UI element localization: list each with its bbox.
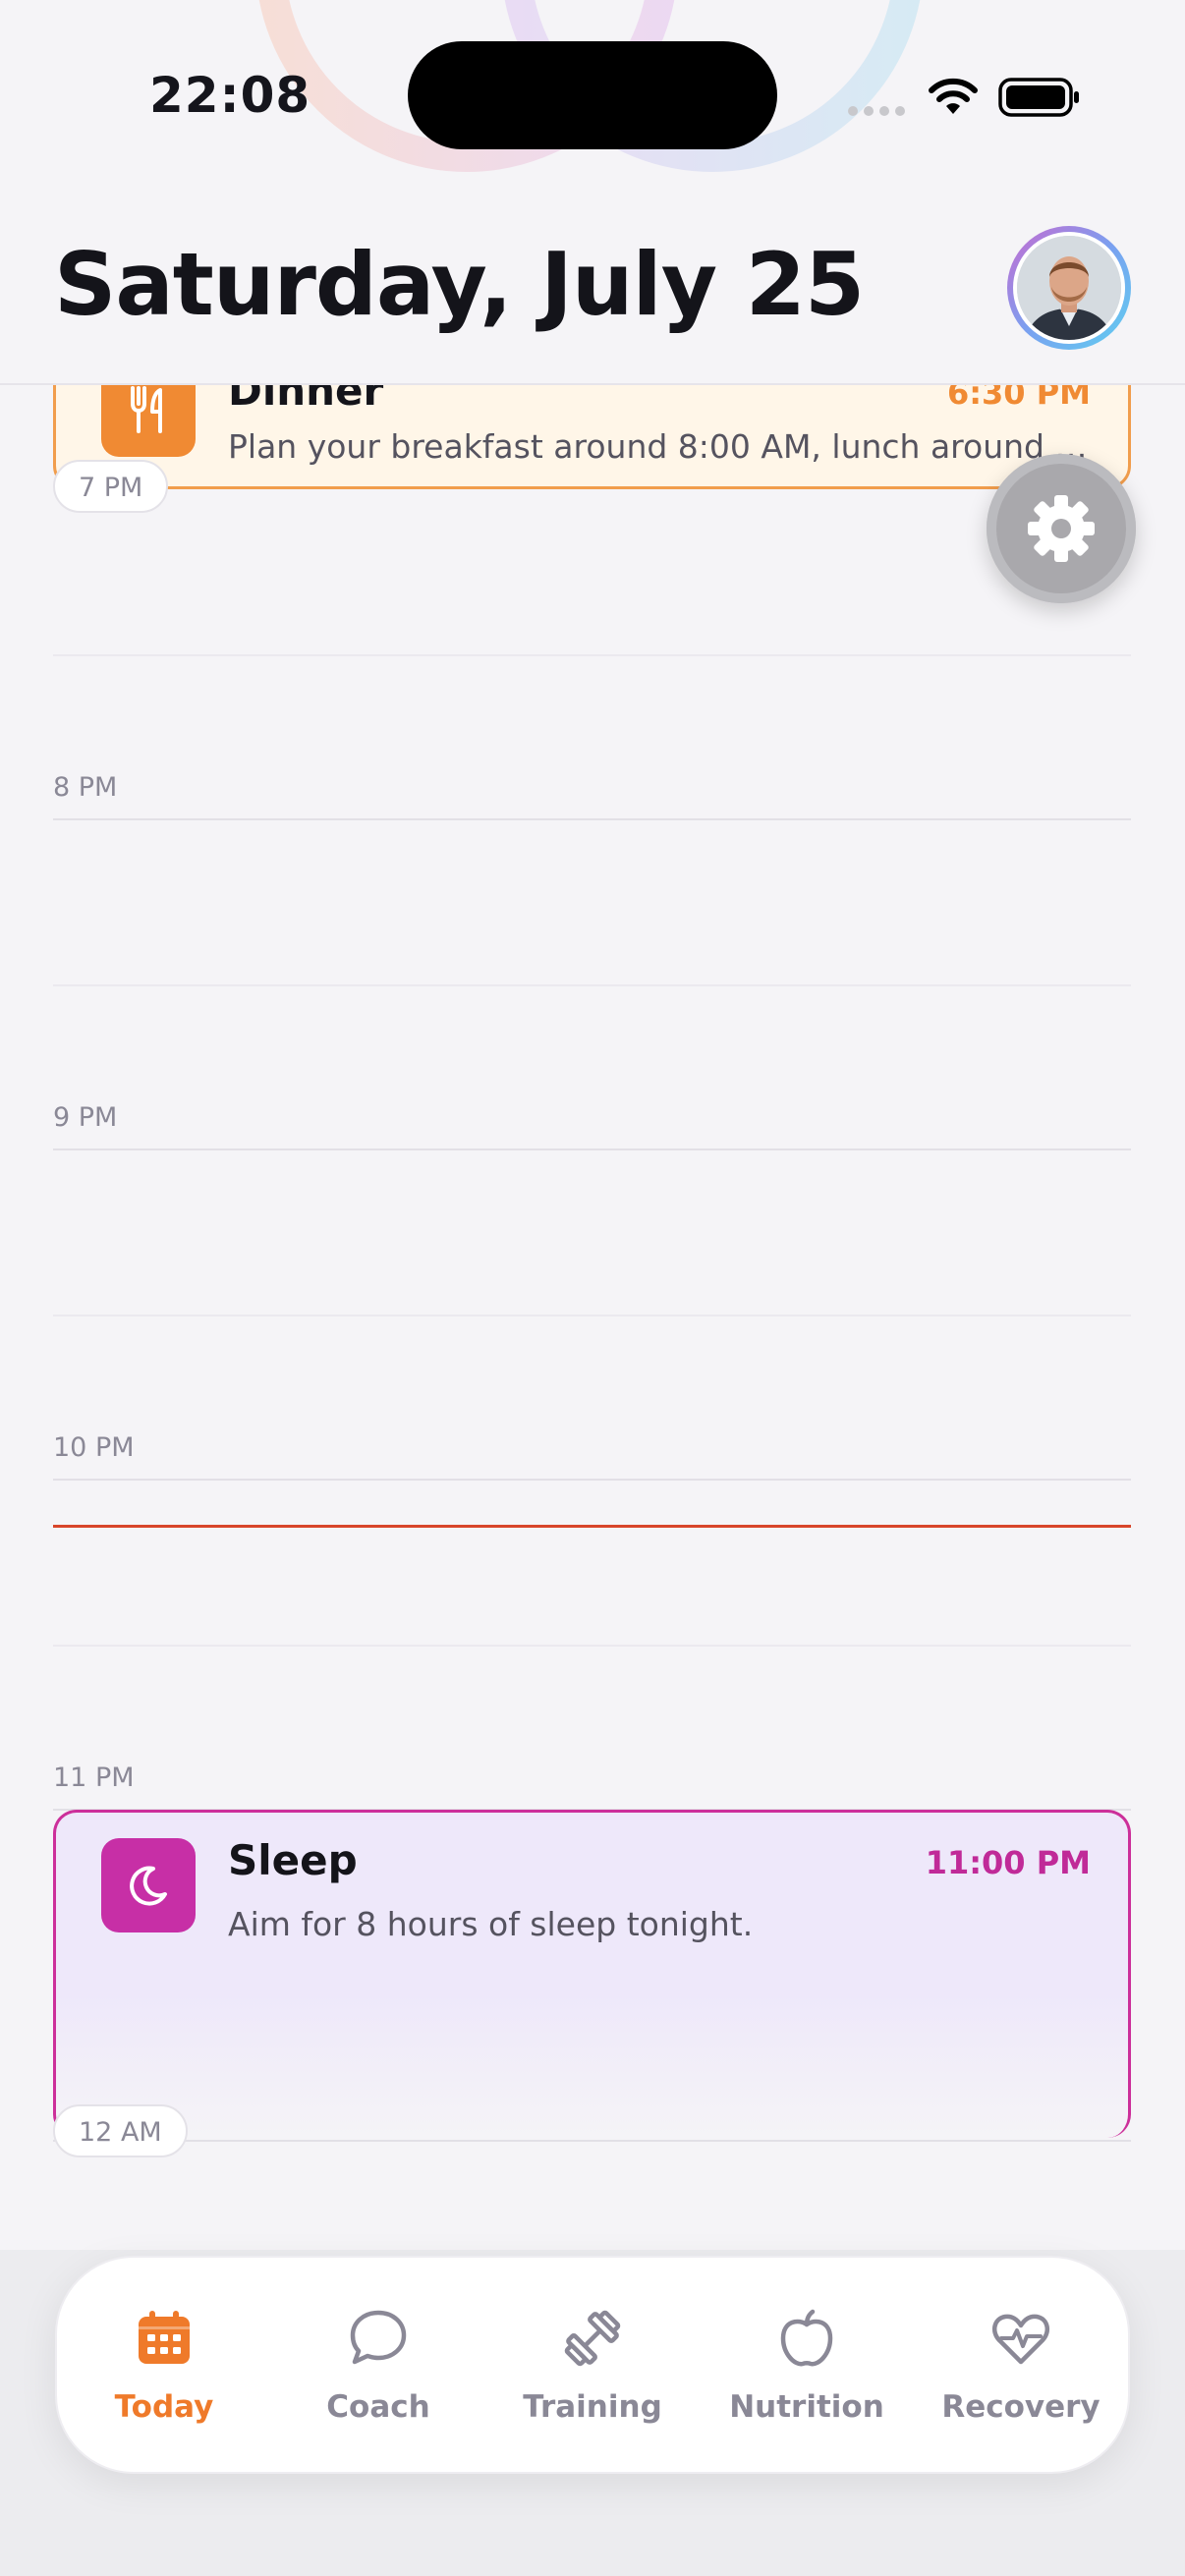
dynamic-island xyxy=(408,41,777,149)
avatar[interactable] xyxy=(1007,226,1131,350)
sleep-event-card[interactable]: Sleep 11:00 PM Aim for 8 hours of sleep … xyxy=(53,1810,1131,2138)
tab-training-label: Training xyxy=(523,2389,662,2425)
hour-label-7pm: 7 PM xyxy=(53,460,169,513)
heart-pulse-icon xyxy=(991,2314,1050,2365)
hour-label-11pm: 11 PM xyxy=(53,1763,135,1793)
page-header: Saturday, July 25 xyxy=(0,196,1185,385)
sleep-event-title: Sleep xyxy=(228,1836,358,1884)
tab-recovery-label: Recovery xyxy=(941,2389,1100,2425)
hour-line xyxy=(53,2140,1131,2142)
tab-bar: Today Coach Training Nutrition Recovery xyxy=(55,2256,1130,2474)
dumbbell-icon xyxy=(564,2310,621,2367)
half-hour-line xyxy=(53,1315,1131,1316)
battery-icon xyxy=(998,78,1079,117)
hour-label-8pm: 8 PM xyxy=(53,772,118,803)
hour-line xyxy=(53,1479,1131,1481)
tab-today-label: Today xyxy=(114,2389,214,2425)
moon-icon xyxy=(101,1838,196,1932)
tab-recovery[interactable]: Recovery xyxy=(914,2258,1128,2476)
dinner-event-card[interactable]: Dinner 6:30 PM Plan your breakfast aroun… xyxy=(53,383,1131,489)
settings-button[interactable] xyxy=(987,454,1136,603)
hour-line xyxy=(53,818,1131,820)
sleep-event-description: Aim for 8 hours of sleep tonight. xyxy=(228,1905,754,1943)
apple-icon xyxy=(780,2309,833,2367)
hour-label-12am: 12 AM xyxy=(53,2104,188,2157)
dinner-event-title: Dinner xyxy=(228,383,384,415)
status-bar: 22:08 xyxy=(0,0,1185,196)
cellular-signal-icon xyxy=(848,106,905,116)
sleep-event-time: 11:00 PM xyxy=(925,1844,1091,1881)
hour-line xyxy=(53,1148,1131,1150)
hour-label-10pm: 10 PM xyxy=(53,1432,135,1463)
hour-label-9pm: 9 PM xyxy=(53,1102,118,1133)
wifi-icon xyxy=(929,78,978,114)
tab-nutrition[interactable]: Nutrition xyxy=(700,2258,914,2476)
calendar-icon xyxy=(139,2311,190,2364)
fork-knife-icon xyxy=(101,383,196,457)
status-time: 22:08 xyxy=(149,67,311,124)
dinner-event-time: 6:30 PM xyxy=(946,383,1091,412)
half-hour-line xyxy=(53,984,1131,986)
gear-icon xyxy=(1028,495,1095,562)
half-hour-line xyxy=(53,1645,1131,1647)
chat-bubble-icon xyxy=(350,2310,407,2365)
half-hour-line xyxy=(53,654,1131,656)
tab-coach[interactable]: Coach xyxy=(271,2258,485,2476)
tab-training[interactable]: Training xyxy=(485,2258,700,2476)
day-timeline[interactable]: Dinner 6:30 PM Plan your breakfast aroun… xyxy=(0,383,1185,2260)
tab-nutrition-label: Nutrition xyxy=(729,2389,884,2425)
tab-coach-label: Coach xyxy=(326,2389,430,2425)
dinner-event-description: Plan your breakfast around 8:00 AM, lunc… xyxy=(228,427,1093,466)
page-title: Saturday, July 25 xyxy=(54,234,865,335)
tab-today[interactable]: Today xyxy=(57,2258,271,2476)
profile-photo xyxy=(1017,236,1121,340)
current-time-indicator xyxy=(53,1525,1131,1528)
